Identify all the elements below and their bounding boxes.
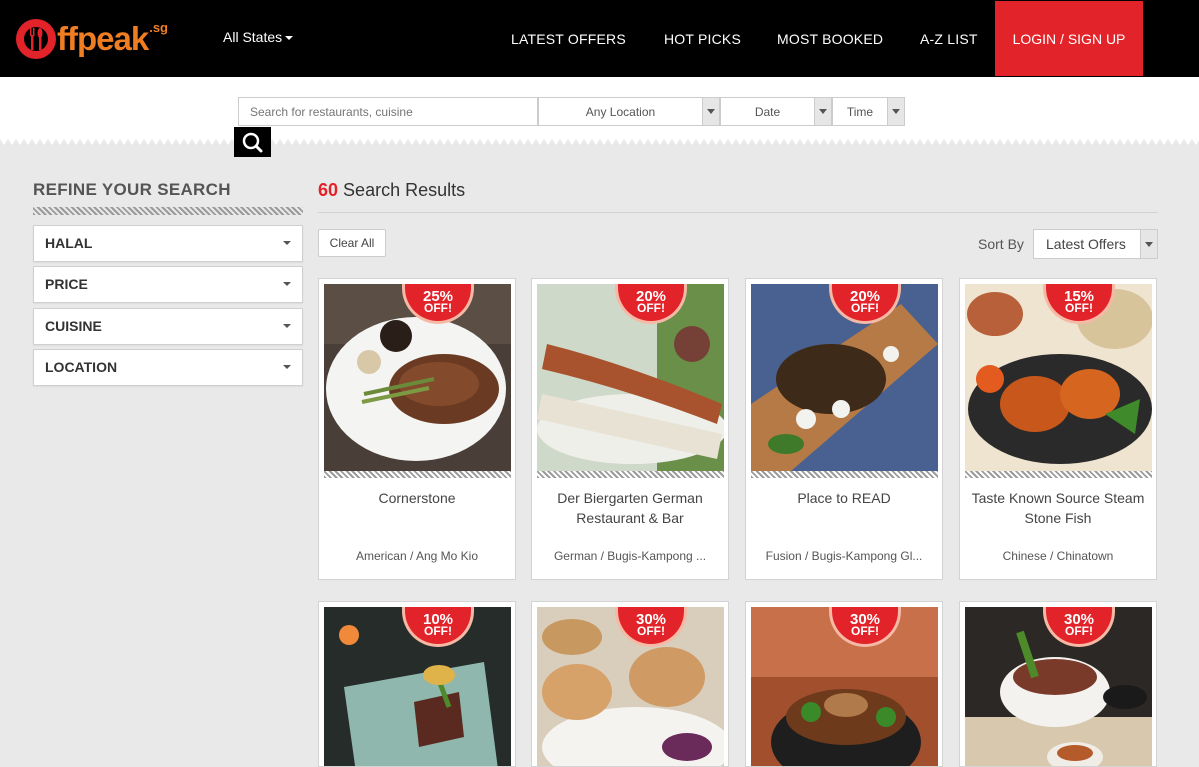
restaurant-photo: 30% OFF! — [965, 607, 1152, 766]
discount-badge: 10% OFF! — [402, 607, 474, 647]
nav-latest-offers[interactable]: LATEST OFFERS — [511, 31, 626, 47]
restaurant-card[interactable]: 20% OFF! Der Biergarten German Restauran… — [531, 278, 729, 580]
clear-all-button[interactable]: Clear All — [318, 229, 386, 257]
nav-most-booked[interactable]: MOST BOOKED — [777, 31, 883, 47]
restaurant-name: Place to READ — [797, 490, 891, 506]
caret-down-icon — [283, 282, 291, 286]
top-navbar: ffpeak .sg All States LATEST OFFERS HOT … — [0, 0, 1199, 77]
caret-down-icon — [283, 241, 291, 245]
restaurant-card[interactable]: 20% OFF! Place to READ Fusion / Bugis-Ka… — [745, 278, 943, 580]
restaurant-card[interactable]: 30% OFF! — [959, 601, 1157, 767]
logo-text: ffpeak — [57, 20, 149, 57]
restaurant-cuisine-location: American / Ang Mo Kio — [355, 549, 479, 563]
search-button[interactable] — [234, 127, 271, 157]
restaurant-photo: 10% OFF! — [324, 607, 511, 766]
restaurant-cuisine-location: Fusion / Bugis-Kampong Gl... — [765, 549, 923, 563]
restaurant-photo: 15% OFF! — [965, 284, 1152, 471]
nav-a-z-list[interactable]: A-Z LIST — [920, 31, 978, 47]
card-hatch-divider — [751, 471, 938, 478]
card-hatch-divider — [965, 471, 1152, 478]
filter-label: CUISINE — [45, 318, 102, 334]
discount-off-label: OFF! — [424, 624, 452, 638]
restaurant-cuisine-location: German / Bugis-Kampong ... — [553, 549, 707, 563]
restaurant-photo: 20% OFF! — [751, 284, 938, 471]
fork-spoon-icon — [30, 28, 43, 50]
restaurant-card[interactable]: 30% OFF! — [531, 601, 729, 767]
restaurant-name: Cornerstone — [378, 490, 456, 506]
logo-plate-icon — [16, 19, 56, 59]
filter-label: LOCATION — [45, 359, 118, 375]
filter-label: HALAL — [45, 235, 93, 251]
discount-badge: 30% OFF! — [1043, 607, 1115, 647]
results-count: 60 — [318, 180, 339, 200]
discount-badge: 25% OFF! — [402, 284, 474, 324]
discount-off-label: OFF! — [637, 624, 665, 638]
time-select-value: Time — [846, 104, 874, 119]
discount-off-label: OFF! — [851, 301, 879, 315]
discount-badge: 30% OFF! — [829, 607, 901, 647]
discount-badge: 15% OFF! — [1043, 284, 1115, 324]
site-logo[interactable]: ffpeak .sg — [16, 16, 168, 62]
results-divider — [318, 212, 1158, 213]
results-label: Search Results — [343, 180, 466, 200]
restaurant-photo: 30% OFF! — [751, 607, 938, 766]
chevron-down-icon — [814, 98, 831, 125]
location-select[interactable]: Any Location — [538, 97, 720, 126]
search-input[interactable] — [238, 97, 538, 126]
restaurant-card[interactable]: 15% OFF! Taste Known Source Steam Stone … — [959, 278, 1157, 580]
restaurant-photo: 20% OFF! — [537, 284, 724, 471]
caret-down-icon — [285, 36, 294, 41]
restaurant-card[interactable]: 25% OFF! Cornerstone American / Ang Mo K… — [318, 278, 516, 580]
chevron-down-icon — [1140, 230, 1157, 258]
search-icon — [242, 132, 263, 153]
sort-select[interactable]: Latest Offers — [1033, 229, 1158, 259]
discount-off-label: OFF! — [637, 301, 665, 315]
filter-price[interactable]: PRICE — [33, 266, 303, 303]
title-stripe-divider — [33, 207, 303, 215]
date-select[interactable]: Date — [720, 97, 832, 126]
sort-by-label: Sort By — [978, 236, 1024, 252]
results-heading: 60 Search Results — [318, 180, 465, 201]
filter-halal[interactable]: HALAL — [33, 225, 303, 262]
zigzag-divider — [0, 139, 1199, 147]
discount-badge: 30% OFF! — [615, 607, 687, 647]
restaurant-name: Der Biergarten German Restaurant & Bar — [557, 490, 703, 526]
discount-off-label: OFF! — [1065, 301, 1093, 315]
sort-select-value: Latest Offers — [1046, 236, 1126, 252]
restaurant-card[interactable]: 30% OFF! — [745, 601, 943, 767]
card-hatch-divider — [324, 471, 511, 478]
restaurant-card[interactable]: 10% OFF! — [318, 601, 516, 767]
restaurant-photo: 30% OFF! — [537, 607, 724, 766]
location-select-value: Any Location — [585, 104, 656, 119]
logo-suffix: .sg — [149, 19, 168, 35]
discount-badge: 20% OFF! — [829, 284, 901, 324]
state-selector-label: All States — [223, 29, 283, 45]
refine-search-title: REFINE YOUR SEARCH — [33, 180, 231, 199]
login-signup-button[interactable]: LOGIN / SIGN UP — [995, 1, 1143, 76]
filter-label: PRICE — [45, 276, 88, 292]
nav-hot-picks[interactable]: HOT PICKS — [664, 31, 741, 47]
card-hatch-divider — [537, 471, 724, 478]
time-select[interactable]: Time — [832, 97, 905, 126]
caret-down-icon — [283, 324, 291, 328]
chevron-down-icon — [702, 98, 719, 125]
discount-badge: 20% OFF! — [615, 284, 687, 324]
restaurant-name: Taste Known Source Steam Stone Fish — [971, 490, 1145, 526]
filter-cuisine[interactable]: CUISINE — [33, 308, 303, 345]
caret-down-icon — [283, 365, 291, 369]
restaurant-photo: 25% OFF! — [324, 284, 511, 471]
discount-off-label: OFF! — [851, 624, 879, 638]
chevron-down-icon — [887, 98, 904, 125]
discount-off-label: OFF! — [424, 301, 452, 315]
state-selector[interactable]: All States — [223, 29, 294, 45]
discount-off-label: OFF! — [1065, 624, 1093, 638]
date-select-value: Date — [754, 104, 781, 119]
filter-location[interactable]: LOCATION — [33, 349, 303, 386]
restaurant-cuisine-location: Chinese / Chinatown — [1002, 549, 1114, 563]
